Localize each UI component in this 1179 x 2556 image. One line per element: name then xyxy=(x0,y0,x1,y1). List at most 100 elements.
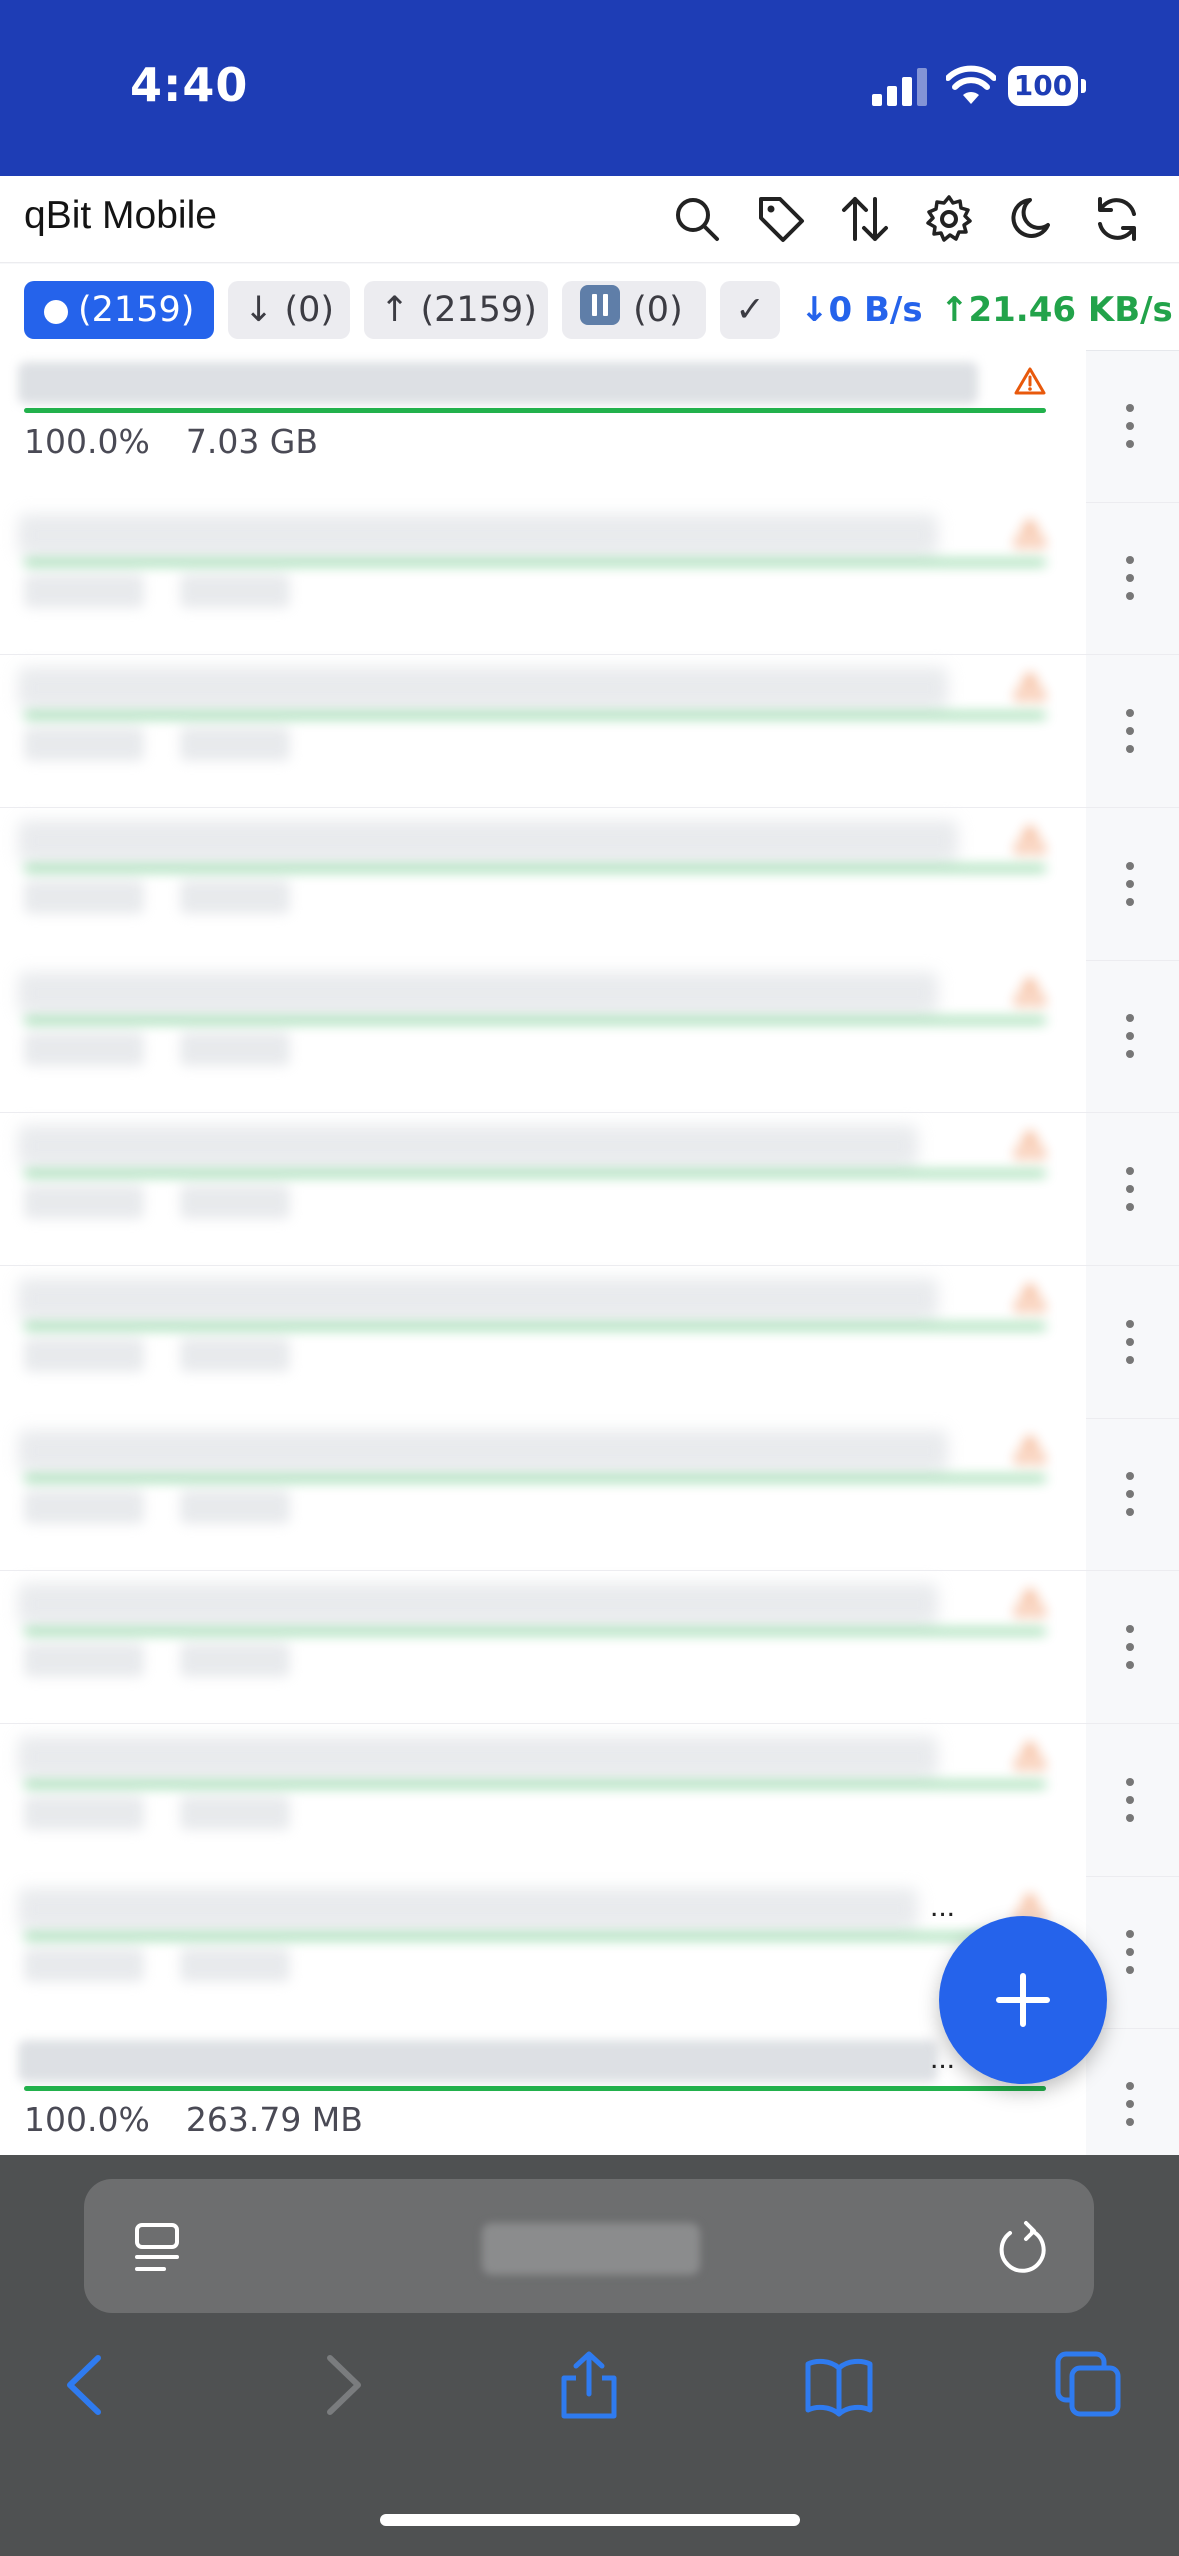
more-options-icon[interactable] xyxy=(1110,1922,1150,1982)
home-indicator xyxy=(380,2514,800,2526)
torrent-progress: 100.0% xyxy=(24,422,150,461)
battery-indicator: 100 xyxy=(1008,66,1088,108)
torrent-row[interactable] xyxy=(0,1266,1179,1419)
filter-paused-chip[interactable]: (0) xyxy=(562,281,706,339)
warning-icon xyxy=(1014,825,1046,853)
torrent-name xyxy=(18,514,938,556)
torrent-name xyxy=(18,362,978,404)
forward-icon[interactable] xyxy=(306,2350,376,2420)
more-options-icon[interactable] xyxy=(1110,1464,1150,1524)
app-header: qBit Mobile xyxy=(0,176,1179,263)
filter-seeding-chip[interactable]: ↑ (2159) xyxy=(364,281,548,339)
more-options-icon[interactable] xyxy=(1110,1312,1150,1372)
progress-bar xyxy=(24,2086,1046,2091)
torrent-name xyxy=(18,972,938,1014)
warning-icon xyxy=(1014,672,1046,700)
tabs-icon[interactable] xyxy=(1054,2350,1124,2420)
address-bar[interactable] xyxy=(84,2179,1094,2313)
more-options-icon[interactable] xyxy=(1110,701,1150,761)
torrent-card[interactable]: 100.0% 263.79 MB... xyxy=(0,2028,1086,2155)
torrent-row[interactable] xyxy=(0,808,1179,961)
torrent-card[interactable] xyxy=(0,1571,1086,1723)
warning-icon xyxy=(1014,519,1046,547)
filter-bar: (2159) ↓ (0) ↑ (2159) (0) ✓ ↓0 B/s ↑21.4… xyxy=(0,264,1179,351)
torrent-meta: 100.0% 263.79 MB xyxy=(24,2100,399,2139)
battery-level: 100 xyxy=(1008,66,1078,106)
torrent-card[interactable] xyxy=(0,1113,1086,1265)
progress-bar xyxy=(24,1018,1046,1023)
more-options-icon[interactable] xyxy=(1110,1770,1150,1830)
pause-icon xyxy=(580,285,620,325)
reload-icon[interactable] xyxy=(994,2219,1048,2275)
page-menu-icon[interactable] xyxy=(132,2221,182,2275)
refresh-icon[interactable] xyxy=(1092,194,1142,244)
download-speed: ↓0 B/s xyxy=(800,290,923,330)
torrent-name xyxy=(18,1125,918,1167)
torrent-card[interactable] xyxy=(0,502,1086,654)
warning-icon xyxy=(1014,1435,1046,1463)
arrow-down-icon: ↓ xyxy=(244,290,274,330)
torrent-row[interactable] xyxy=(0,1418,1179,1571)
more-options-icon[interactable] xyxy=(1110,1617,1150,1677)
torrent-card[interactable] xyxy=(0,1266,1086,1418)
torrent-card[interactable] xyxy=(0,1418,1086,1570)
warning-icon xyxy=(1014,1283,1046,1311)
torrent-card[interactable] xyxy=(0,655,1086,807)
torrent-name xyxy=(18,2040,938,2082)
more-options-icon[interactable] xyxy=(1110,854,1150,914)
url-text[interactable] xyxy=(482,2223,700,2275)
warning-icon xyxy=(1014,977,1046,1005)
name-ellipsis: ... xyxy=(930,1890,956,1923)
progress-bar xyxy=(24,1782,1046,1787)
torrent-row[interactable]: 100.0% 7.03 GB xyxy=(0,350,1179,503)
tag-icon[interactable] xyxy=(756,194,806,244)
search-icon[interactable] xyxy=(672,194,722,244)
torrent-row[interactable] xyxy=(0,1571,1179,1724)
torrent-row[interactable] xyxy=(0,960,1179,1113)
progress-bar xyxy=(24,1629,1046,1634)
torrent-card[interactable] xyxy=(0,1724,1086,1876)
wifi-icon xyxy=(946,65,996,104)
torrent-name xyxy=(18,667,948,709)
torrent-row[interactable] xyxy=(0,502,1179,655)
progress-bar xyxy=(24,1171,1046,1176)
warning-icon xyxy=(1014,367,1046,395)
torrent-card[interactable]: 100.0% 7.03 GB xyxy=(0,350,1086,502)
more-options-icon[interactable] xyxy=(1110,1159,1150,1219)
share-icon[interactable] xyxy=(554,2350,624,2420)
filter-completed-chip[interactable]: ✓ xyxy=(720,281,780,339)
warning-icon xyxy=(1014,1130,1046,1158)
app-title: qBit Mobile xyxy=(24,194,217,237)
torrent-card[interactable]: ... xyxy=(0,1876,1086,2028)
torrent-size: 7.03 GB xyxy=(185,422,319,461)
add-torrent-button[interactable] xyxy=(939,1916,1107,2084)
more-options-icon[interactable] xyxy=(1110,2074,1150,2134)
filter-downloading-chip[interactable]: ↓ (0) xyxy=(228,281,350,339)
sort-icon[interactable] xyxy=(840,194,890,244)
filter-downloading-count: (0) xyxy=(284,290,335,330)
torrent-row[interactable] xyxy=(0,1724,1179,1877)
progress-bar xyxy=(24,1324,1046,1329)
moon-icon[interactable] xyxy=(1008,194,1058,244)
back-icon[interactable] xyxy=(52,2350,122,2420)
bookmarks-icon[interactable] xyxy=(804,2350,874,2420)
torrent-meta: 100.0% 7.03 GB xyxy=(24,422,354,461)
torrent-name xyxy=(18,1430,948,1472)
torrent-card[interactable] xyxy=(0,808,1086,960)
torrent-row[interactable] xyxy=(0,655,1179,808)
torrent-list: 100.0% 7.03 GB... 100.0% 263.79 MB... xyxy=(0,350,1179,2155)
plus-icon xyxy=(996,1973,1050,2027)
gear-icon[interactable] xyxy=(924,194,974,244)
filter-all-chip[interactable]: (2159) xyxy=(24,281,214,339)
filter-paused-count: (0) xyxy=(633,290,683,330)
more-options-icon[interactable] xyxy=(1110,1006,1150,1066)
torrent-row[interactable] xyxy=(0,1113,1179,1266)
circle-icon xyxy=(44,300,68,324)
progress-bar xyxy=(24,408,1046,413)
torrent-name xyxy=(18,1736,938,1778)
torrent-card[interactable] xyxy=(0,960,1086,1112)
torrent-name xyxy=(18,1888,918,1930)
progress-bar xyxy=(24,560,1046,565)
more-options-icon[interactable] xyxy=(1110,396,1150,456)
more-options-icon[interactable] xyxy=(1110,548,1150,608)
